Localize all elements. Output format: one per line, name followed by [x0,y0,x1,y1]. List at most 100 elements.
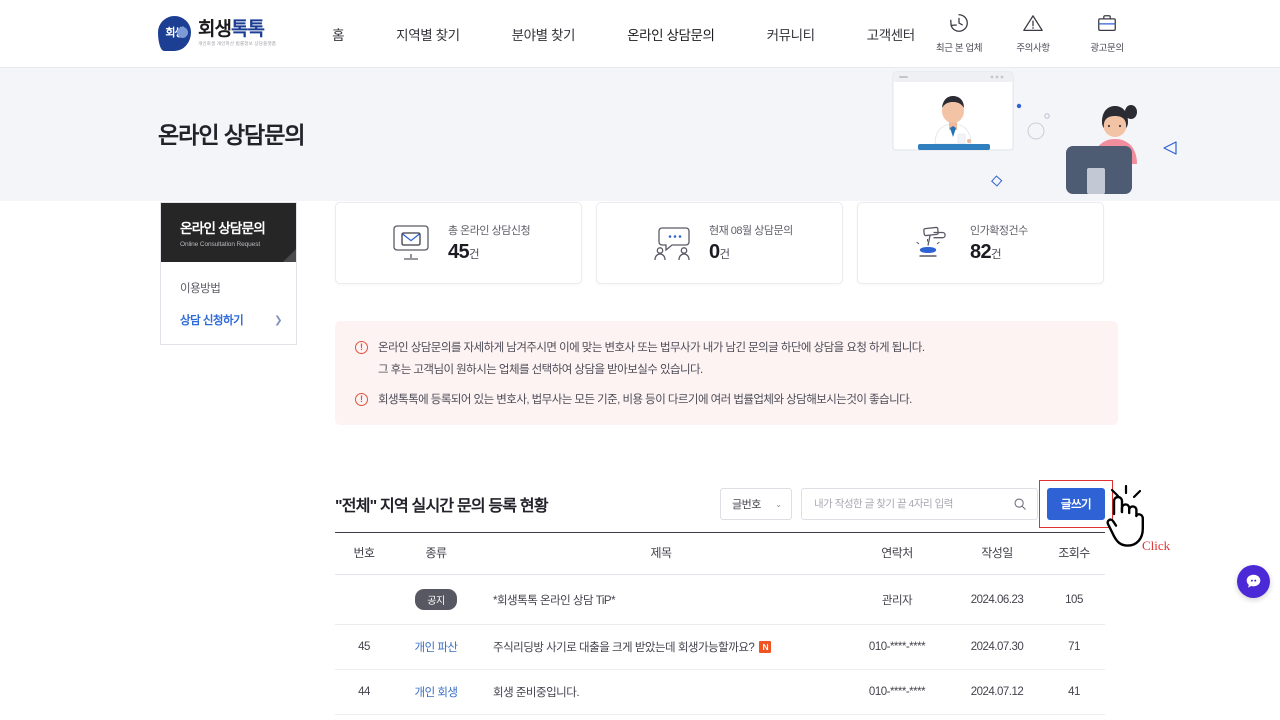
row-title[interactable]: *회생톡톡 온라인 상담 TiP* [479,574,843,625]
nav-item-home[interactable]: 홈 [332,24,344,44]
sidebar-item-apply[interactable]: 상담 신청하기 ❯ [161,304,296,336]
notice-item-2-lines: 회생톡톡에 등록되어 있는 변호사, 법무사는 모든 기준, 비용 등이 다르기… [378,391,912,407]
row-title-link[interactable]: 회생 준비중입니다. [493,687,580,699]
utility-recent-viewed[interactable]: 최근 본 업체 [936,12,982,54]
search-type-value: 글번호 [732,499,761,511]
sidebar-menu: 이용방법 상담 신청하기 ❯ [161,262,296,344]
stat-value-approved-cases: 82건 [970,241,1028,264]
col-header-hits: 조회수 [1043,532,1105,575]
nav-item-online-consult[interactable]: 온라인 상담문의 [627,24,715,44]
stat-value-total-requests: 45건 [448,241,530,264]
row-hits: 71 [1043,624,1105,670]
page-title: 온라인 상담문의 [158,122,306,148]
nav-item-community[interactable]: 커뮤니티 [767,24,815,44]
sidebar-header: 온라인 상담문의 Online Consultation Request [161,203,296,262]
stat-card-monthly-inquiries: 현재 08월 상담문의 0건 [596,202,843,284]
table-header-row: 번호 종류 제목 연락처 작성일 조회수 [335,532,1105,575]
row-kind[interactable]: 개인 회생 [393,714,479,720]
logo-mark-icon: 회생 [158,16,191,51]
logo-mark-dot [177,27,188,38]
stat-unit-monthly-inquiries: 건 [719,249,731,261]
row-no: 43 [335,714,393,720]
briefcase-icon [1098,15,1116,31]
row-tel: 010-****-**** [843,669,951,715]
table-row[interactable]: 43 개인 회생 회생비용 현금서비스 받아도 될까요? 010-****-**… [335,714,1105,720]
row-title[interactable]: 회생 준비중입니다. [479,669,843,715]
utility-recent-viewed-label: 최근 본 업체 [935,43,983,54]
sidebar-item-usage[interactable]: 이용방법 [161,272,296,304]
stat-unit-approved-cases: 건 [991,249,1002,261]
notice-item-1-line-2: 그 후는 고객님이 원하시는 업체를 선택하여 상담을 받아보실수 있습니다. [378,364,703,376]
row-kind[interactable]: 개인 회생 [393,669,479,715]
stat-label-approved-cases: 인가확정건수 [970,225,1028,237]
stat-card-approved-cases: 인가확정건수 82건 [857,202,1104,284]
utility-ad-inquiry[interactable]: 광고문의 [1084,12,1130,54]
sidebar-title: 온라인 상담문의 [180,221,266,236]
monitor-mail-icon [393,225,429,260]
row-no: 45 [335,624,393,670]
row-title-link[interactable]: 주식리딩방 사기로 대출을 크게 받았는데 회생가능할까요? [493,642,755,654]
row-kind-link[interactable]: 개인 파산 [414,642,458,654]
row-title-link[interactable]: *회생톡톡 온라인 상담 TiP* [493,595,616,607]
main-content: 온라인 상담문의 Online Consultation Request 이용방… [0,201,1280,720]
chat-people-icon [654,227,690,261]
row-hits: 105 [1043,574,1105,625]
notice-item-1-line-1: 온라인 상담문의를 자세하게 남겨주시면 이에 맞는 변호사 또는 법무사가 내… [378,342,925,354]
logo-title-a: 회생 [198,19,232,41]
stat-number-approved-cases: 82 [970,241,992,263]
stat-text-total-requests: 총 온라인 상담신청 45건 [448,222,531,264]
exclamation-circle-icon: ! [355,393,368,406]
inquiry-table-body: 공지 *회생톡톡 온라인 상담 TiP* 관리자 2024.06.23 105 … [335,574,1105,720]
utility-cautions[interactable]: 주의사항 [1010,12,1056,54]
sidebar-item-usage-label: 이용방법 [180,283,221,295]
search-type-select[interactable]: 글번호 ⌄ [720,488,792,520]
table-row[interactable]: 45 개인 파산 주식리딩방 사기로 대출을 크게 받았는데 회생가능할까요? N… [335,624,1105,670]
logo-subtitle: 개인회생 개인파산 법률정보 상담플랫폼 [198,41,277,47]
search-input[interactable] [814,498,1013,510]
col-header-title: 제목 [479,532,843,575]
notice-item-1: ! 온라인 상담문의를 자세하게 남겨주시면 이에 맞는 변호사 또는 법무사가… [355,339,1118,377]
site-logo[interactable]: 회생 회생톡톡 개인회생 개인파산 법률정보 상담플랫폼 [158,16,276,51]
write-button-wrapper: 글쓰기 [1039,480,1113,528]
table-row[interactable]: 44 개인 회생 회생 준비중입니다. 010-****-**** 2024.0… [335,669,1105,715]
row-kind-link[interactable]: 개인 회생 [414,687,458,699]
board-toolbar: "전체" 지역 실시간 문의 등록 현황 글번호 ⌄ 글쓰기 [335,480,1113,528]
nav-item-customer-center[interactable]: 고객센터 [867,24,915,44]
notice-item-2-line-1: 회생톡톡에 등록되어 있는 변호사, 법무사는 모든 기준, 비용 등이 다르기… [378,394,912,406]
sidebar-subtitle: Online Consultation Request [180,241,261,248]
chat-bubble-icon [1246,574,1261,588]
stat-number-monthly-inquiries: 0 [709,241,720,263]
logo-text: 회생톡톡 개인회생 개인파산 법률정보 상담플랫폼 [198,20,276,47]
main-nav: 홈 지역별 찾기 분야별 찾기 온라인 상담문의 커뮤니티 고객센터 [332,24,915,44]
row-date: 2024.06.23 [951,574,1043,625]
site-header: 회생 회생톡톡 개인회생 개인파산 법률정보 상담플랫폼 홈 지역별 찾기 분야… [0,0,1280,68]
col-header-kind: 종류 [393,532,479,575]
write-post-button[interactable]: 글쓰기 [1047,488,1105,520]
stat-label-total-requests: 총 온라인 상담신청 [448,225,531,237]
table-row[interactable]: 공지 *회생톡톡 온라인 상담 TiP* 관리자 2024.06.23 105 [335,574,1105,625]
nav-item-region-search[interactable]: 지역별 찾기 [396,24,460,44]
col-header-tel: 연락처 [843,532,951,575]
sidebar-card: 온라인 상담문의 Online Consultation Request 이용방… [160,202,297,345]
nav-item-field-search[interactable]: 분야별 찾기 [512,24,576,44]
row-kind[interactable]: 개인 파산 [393,624,479,670]
search-box[interactable] [801,488,1038,520]
notice-item-2: ! 회생톡톡에 등록되어 있는 변호사, 법무사는 모든 기준, 비용 등이 다… [355,391,1118,407]
row-hits: 48 [1043,714,1105,720]
search-icon[interactable] [1013,497,1027,511]
row-kind: 공지 [393,574,479,625]
col-header-date: 작성일 [951,532,1043,575]
stat-text-approved-cases: 인가확정건수 82건 [970,222,1028,264]
row-title[interactable]: 회생비용 현금서비스 받아도 될까요? [479,714,843,720]
row-title[interactable]: 주식리딩방 사기로 대출을 크게 받았는데 회생가능할까요? N [479,624,843,670]
board-section: "전체" 지역 실시간 문의 등록 현황 글번호 ⌄ 글쓰기 [335,480,1113,720]
stat-text-monthly-inquiries: 현재 08월 상담문의 0건 [709,222,793,264]
gavel-icon [916,226,946,257]
stat-number-total-requests: 45 [448,241,470,263]
sidebar-item-apply-label: 상담 신청하기 [180,315,244,327]
history-icon [950,14,968,32]
notice-box: ! 온라인 상담문의를 자세하게 남겨주시면 이에 맞는 변호사 또는 법무사가… [335,321,1118,425]
chat-floating-button[interactable] [1237,565,1270,598]
notice-item-1-lines: 온라인 상담문의를 자세하게 남겨주시면 이에 맞는 변호사 또는 법무사가 내… [378,339,925,377]
chevron-down-icon: ⌄ [775,499,782,509]
